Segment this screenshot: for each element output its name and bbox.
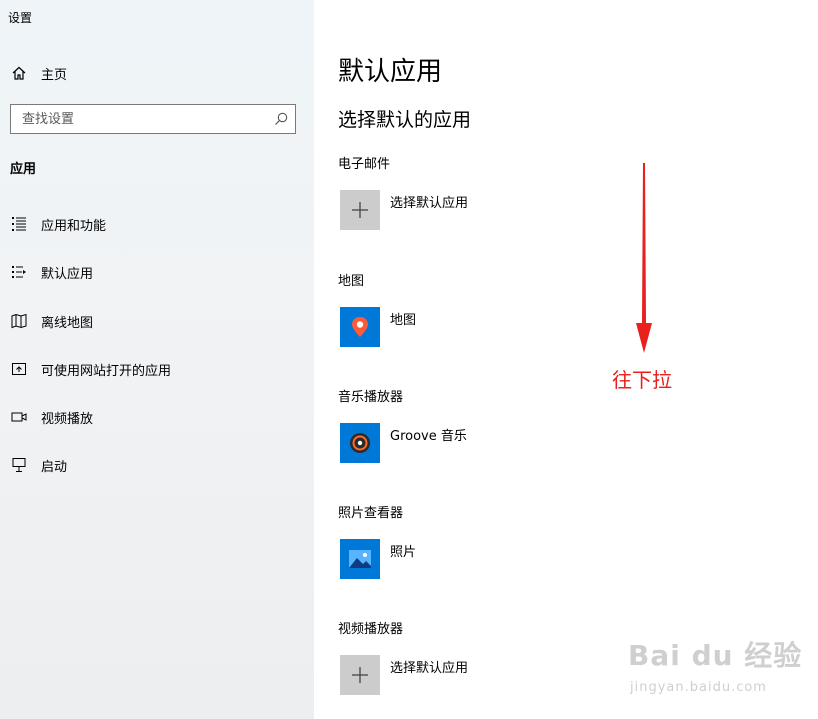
watermark-logo: Bai du 经验 xyxy=(628,639,803,672)
down-arrow-icon xyxy=(636,163,652,353)
map-icon xyxy=(10,312,28,330)
nav-home[interactable]: 主页 xyxy=(0,53,314,93)
music-app-button[interactable]: Groove 音乐 xyxy=(340,423,640,463)
nav-offline-maps-label: 离线地图 xyxy=(41,315,94,331)
category-label: 视频播放器 xyxy=(338,622,404,637)
nav-video-playback[interactable]: 视频播放 xyxy=(0,397,314,437)
search-icon[interactable] xyxy=(273,111,289,127)
video-icon xyxy=(10,408,28,426)
photos-app-button[interactable]: 照片 xyxy=(340,539,640,579)
app-name: 地图 xyxy=(390,313,417,328)
app-name: 选择默认应用 xyxy=(390,661,469,676)
startup-icon xyxy=(10,456,28,474)
nav-startup[interactable]: 启动 xyxy=(0,445,314,485)
open-external-icon xyxy=(10,360,28,378)
nav-offline-maps[interactable]: 离线地图 xyxy=(0,301,314,341)
maps-app-button[interactable]: 地图 xyxy=(340,307,640,347)
search-box[interactable] xyxy=(10,104,296,134)
list-icon xyxy=(10,215,28,233)
video-app-button[interactable]: 选择默认应用 xyxy=(340,655,640,695)
home-icon xyxy=(10,64,28,82)
annotation-text: 往下拉 xyxy=(612,368,672,392)
nav-startup-label: 启动 xyxy=(41,459,68,475)
plus-icon xyxy=(340,655,380,695)
email-app-button[interactable]: 选择默认应用 xyxy=(340,190,640,230)
category-label: 地图 xyxy=(338,274,365,289)
search-input[interactable] xyxy=(12,106,272,132)
window-title: 设置 xyxy=(8,11,33,25)
section-title: 应用 xyxy=(10,162,37,177)
nav-default-apps[interactable]: 默认应用 xyxy=(0,252,314,292)
nav-apps-features-label: 应用和功能 xyxy=(41,218,107,234)
main-content: 默认应用 选择默认的应用 电子邮件 选择默认应用 地图 地图 音乐播放器 Gro… xyxy=(314,0,818,719)
nav-home-label: 主页 xyxy=(41,67,68,83)
maps-app-icon xyxy=(340,307,380,347)
page-title: 默认应用 xyxy=(338,57,443,87)
nav-apps-for-websites-label: 可使用网站打开的应用 xyxy=(41,363,172,379)
page-subtitle: 选择默认的应用 xyxy=(338,109,472,131)
nav-default-apps-label: 默认应用 xyxy=(41,266,94,282)
app-name: Groove 音乐 xyxy=(390,429,467,444)
category-label: 照片查看器 xyxy=(338,506,404,521)
app-name: 选择默认应用 xyxy=(390,196,469,211)
nav-apps-for-websites[interactable]: 可使用网站打开的应用 xyxy=(0,349,314,389)
photos-app-icon xyxy=(340,539,380,579)
nav-video-playback-label: 视频播放 xyxy=(41,411,94,427)
default-apps-icon xyxy=(10,263,28,281)
watermark-url: jingyan.baidu.com xyxy=(630,680,767,695)
app-name: 照片 xyxy=(390,545,417,560)
nav-apps-features[interactable]: 应用和功能 xyxy=(0,204,314,244)
groove-music-icon xyxy=(340,423,380,463)
plus-icon xyxy=(340,190,380,230)
category-label: 电子邮件 xyxy=(338,157,391,172)
watermark: Bai du 经验 jingyan.baidu.com xyxy=(628,634,803,695)
sidebar: 设置 主页 应用 应用和功能 默认应用 离线地图 可使用网站打 xyxy=(0,0,314,719)
category-label: 音乐播放器 xyxy=(338,390,404,405)
